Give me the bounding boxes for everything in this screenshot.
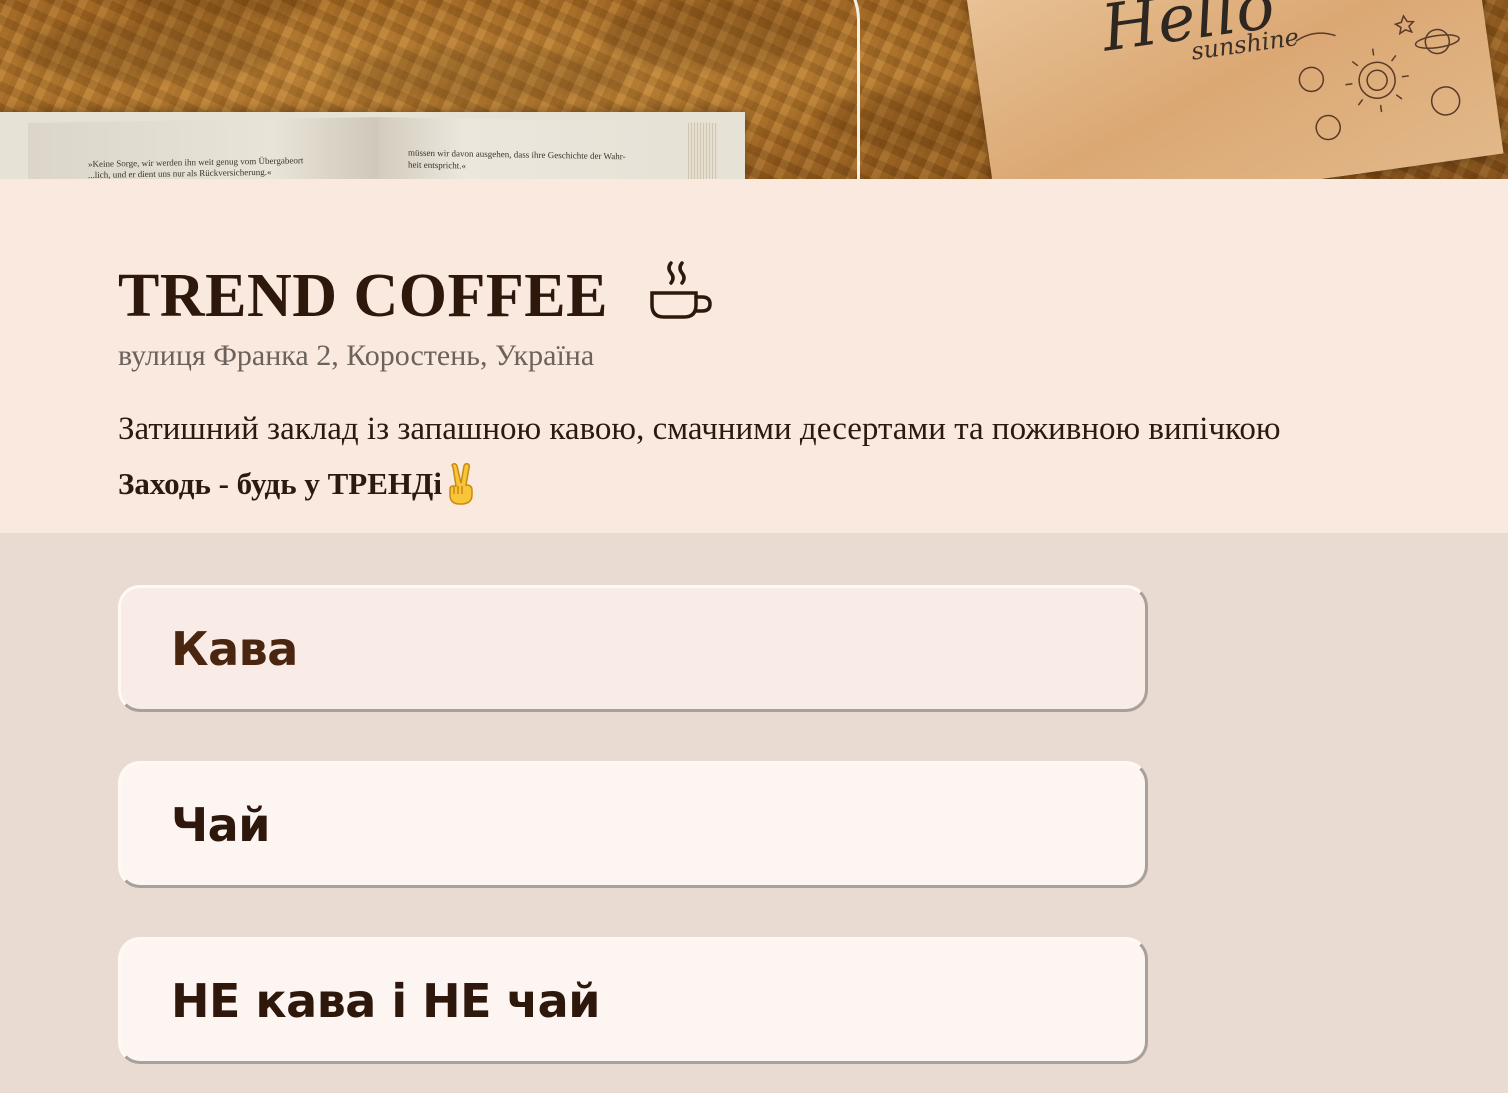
page-title: TREND COFFEE (118, 262, 608, 330)
book-image: »Keine Sorge, wir werden ihn weit genug … (0, 112, 745, 179)
coffee-cup-icon (650, 261, 712, 319)
book-text-line: ...lich, und er dient uns nur als Rückve… (88, 166, 272, 179)
cafe-address: вулиця Франка 2, Коростень, Україна (118, 339, 595, 372)
category-button-coffee[interactable]: Кава (118, 585, 1148, 712)
hero-image: »Keine Sorge, wir werden ihn weit genug … (0, 0, 1508, 179)
slogan-text: Заходь - будь у ТРЕНДі (118, 466, 442, 501)
cafe-info-section: TREND COFFEE вулиця Франка 2, Коростень,… (0, 179, 1508, 533)
category-button-tea[interactable]: Чай (118, 761, 1148, 888)
category-label: Кава (171, 621, 298, 676)
cafe-description: Затишний заклад із запашною кавою, смачн… (118, 411, 1281, 447)
planets-doodle-icon (1295, 14, 1461, 141)
category-label: Чай (171, 797, 270, 852)
cafe-slogan: Заходь - будь у ТРЕНДі (118, 463, 478, 505)
cable-image (790, 0, 860, 179)
book-text-line: heit entspricht.« (408, 159, 466, 171)
greeting-card-image: Hello sunshine (966, 0, 1504, 179)
victory-hand-icon (449, 463, 473, 505)
category-label: НЕ кава і НЕ чай (171, 973, 600, 1028)
menu-categories: Кава Чай НЕ кава і НЕ чай (0, 533, 1508, 1093)
category-button-other[interactable]: НЕ кава і НЕ чай (118, 937, 1148, 1064)
